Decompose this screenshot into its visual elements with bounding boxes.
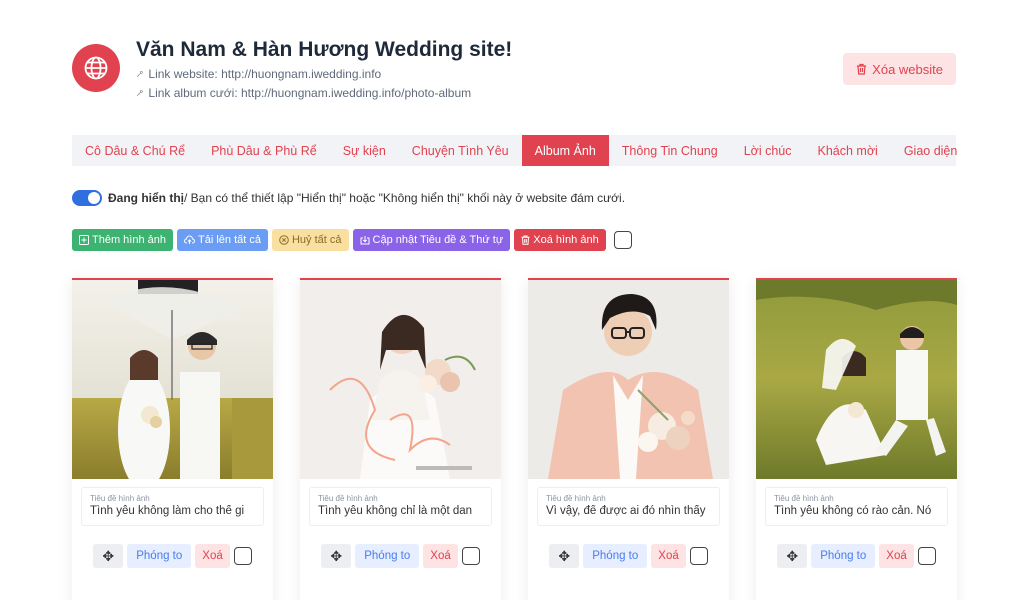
photo-thumbnail[interactable] xyxy=(72,280,273,479)
tab-co-dau-chu-re[interactable]: Cô Dâu & Chú Rể xyxy=(72,135,198,166)
photo-card: Tiêu đề hình ảnh Tình yêu không làm cho … xyxy=(72,278,273,600)
globe-icon xyxy=(72,44,120,92)
caption-input[interactable]: Tình yêu không làm cho thế gi xyxy=(90,505,255,517)
remove-photo-button[interactable]: Xoá xyxy=(423,544,458,568)
cancel-all-button[interactable]: Huỷ tất cả xyxy=(271,229,349,251)
caption-input[interactable]: Tình yêu không có rào cản. Nó xyxy=(774,505,939,517)
remove-photo-button[interactable]: Xoá xyxy=(879,544,914,568)
website-link-text[interactable]: Link website: http://huongnam.iwedding.i… xyxy=(148,67,381,81)
upload-all-label: Tải lên tất cả xyxy=(198,234,261,246)
tab-chuyen-tinh-yeu[interactable]: Chuyện Tình Yêu xyxy=(399,135,522,166)
photo-card: Tiêu đề hình ảnh Tình yêu không có rào c… xyxy=(756,278,957,600)
delete-website-label: Xóa website xyxy=(872,61,943,77)
move-icon[interactable]: ✥ xyxy=(93,544,124,568)
tab-khach-moi[interactable]: Khách mời xyxy=(805,135,891,166)
zoom-button[interactable]: Phóng to xyxy=(583,544,648,568)
download-box-icon xyxy=(360,236,370,245)
zoom-button[interactable]: Phóng to xyxy=(127,544,192,568)
photo-actions: Thêm hình ảnh Tải lên tất cả Huỷ tất cả … xyxy=(72,229,632,251)
card-actions: ✥ Phóng to Xoá xyxy=(528,544,729,568)
tab-phu-dau-phu-re[interactable]: Phù Dâu & Phù Rể xyxy=(198,135,330,166)
zoom-button[interactable]: Phóng to xyxy=(355,544,420,568)
plus-square-icon xyxy=(79,235,89,245)
photo-checkbox[interactable] xyxy=(461,547,480,565)
caption-label: Tiêu đề hình ảnh xyxy=(90,494,150,503)
tab-label: Phù Dâu & Phù Rể xyxy=(211,143,317,158)
tab-label: Sự kiện xyxy=(342,143,386,158)
caption-box: Tiêu đề hình ảnh Tình yêu không có rào c… xyxy=(765,487,948,526)
tab-label: Cô Dâu & Chú Rể xyxy=(85,143,186,158)
tab-album-anh[interactable]: Album Ảnh xyxy=(521,135,609,166)
site-title: Văn Nam & Hàn Hương Wedding site! xyxy=(136,38,513,61)
caption-label: Tiêu đề hình ảnh xyxy=(546,494,606,503)
album-link-text[interactable]: Link album cưới: http://huongnam.iweddin… xyxy=(148,86,471,100)
select-all-checkbox[interactable] xyxy=(613,231,632,249)
link-icon: ⊸ xyxy=(133,86,148,100)
tab-label: Chuyện Tình Yêu xyxy=(411,143,509,158)
photo-checkbox[interactable] xyxy=(233,547,252,565)
remove-photo-button[interactable]: Xoá xyxy=(651,544,686,568)
tab-loi-chuc[interactable]: Lời chúc xyxy=(731,135,805,166)
delete-website-button[interactable]: Xóa website xyxy=(843,53,956,85)
photo-checkbox[interactable] xyxy=(917,547,936,565)
link-icon: ⊸ xyxy=(133,67,148,81)
update-title-order-button[interactable]: Cập nhật Tiêu đề & Thứ tự xyxy=(352,229,511,251)
photo-thumbnail[interactable] xyxy=(528,280,729,479)
caption-input[interactable]: Tình yêu không chỉ là một dan xyxy=(318,505,483,517)
cloud-upload-icon xyxy=(184,235,195,244)
tab-label: Album Ảnh xyxy=(534,143,596,158)
trash-icon xyxy=(521,235,530,245)
website-link[interactable]: ⊸ Link website: http://huongnam.iwedding… xyxy=(133,67,381,81)
tab-thong-tin-chung[interactable]: Thông Tin Chung xyxy=(609,135,731,166)
card-actions: ✥ Phóng to Xoá xyxy=(300,544,501,568)
card-actions: ✥ Phóng to Xoá xyxy=(756,544,957,568)
card-actions: ✥ Phóng to Xoá xyxy=(72,544,273,568)
delete-photos-label: Xoá hình ảnh xyxy=(533,234,599,246)
photo-grid: Tiêu đề hình ảnh Tình yêu không làm cho … xyxy=(72,278,957,600)
move-icon[interactable]: ✥ xyxy=(549,544,580,568)
photo-checkbox[interactable] xyxy=(689,547,708,565)
site-header: Văn Nam & Hàn Hương Wedding site! ⊸ Link… xyxy=(72,38,956,108)
add-photo-label: Thêm hình ảnh xyxy=(92,234,166,246)
caption-label: Tiêu đề hình ảnh xyxy=(774,494,834,503)
tab-label: Lời chúc xyxy=(743,143,792,158)
delete-photos-button[interactable]: Xoá hình ảnh xyxy=(514,229,606,251)
photo-card: Tiêu đề hình ảnh Vì vậy, để được ai đó n… xyxy=(528,278,729,600)
trash-icon xyxy=(857,63,867,75)
caption-box: Tiêu đề hình ảnh Tình yêu không chỉ là m… xyxy=(309,487,492,526)
tab-su-kien[interactable]: Sự kiện xyxy=(330,135,399,166)
visibility-toggle[interactable] xyxy=(72,190,102,206)
remove-photo-button[interactable]: Xoá xyxy=(195,544,230,568)
section-tabs: Cô Dâu & Chú Rể Phù Dâu & Phù Rể Sự kiện… xyxy=(72,135,957,166)
photo-thumbnail[interactable] xyxy=(756,280,957,479)
add-photo-button[interactable]: Thêm hình ảnh xyxy=(72,229,173,251)
update-title-order-label: Cập nhật Tiêu đề & Thứ tự xyxy=(372,234,504,246)
visibility-row: Đang hiển thị / Bạn có thể thiết lập "Hi… xyxy=(72,190,625,206)
tab-giao-dien[interactable]: Giao diện xyxy=(891,135,971,166)
visibility-status: Đang hiển thị xyxy=(108,191,184,205)
visibility-description: / Bạn có thể thiết lập "Hiển thị" hoặc "… xyxy=(184,191,626,205)
upload-all-button[interactable]: Tải lên tất cả xyxy=(177,229,268,251)
caption-input[interactable]: Vì vậy, để được ai đó nhìn thấy xyxy=(546,505,711,517)
album-link[interactable]: ⊸ Link album cưới: http://huongnam.iwedd… xyxy=(133,86,471,100)
zoom-button[interactable]: Phóng to xyxy=(811,544,876,568)
toggle-knob xyxy=(88,192,100,204)
caption-box: Tiêu đề hình ảnh Vì vậy, để được ai đó n… xyxy=(537,487,720,526)
tab-label: Khách mời xyxy=(817,143,878,158)
cancel-circle-icon xyxy=(279,235,289,245)
move-icon[interactable]: ✥ xyxy=(321,544,352,568)
move-icon[interactable]: ✥ xyxy=(777,544,808,568)
photo-thumbnail[interactable] xyxy=(300,280,501,479)
photo-card: Tiêu đề hình ảnh Tình yêu không chỉ là m… xyxy=(300,278,501,600)
caption-box: Tiêu đề hình ảnh Tình yêu không làm cho … xyxy=(81,487,264,526)
tab-label: Thông Tin Chung xyxy=(621,143,718,158)
cancel-all-label: Huỷ tất cả xyxy=(291,234,342,246)
caption-label: Tiêu đề hình ảnh xyxy=(318,494,378,503)
tab-label: Giao diện xyxy=(903,143,958,158)
